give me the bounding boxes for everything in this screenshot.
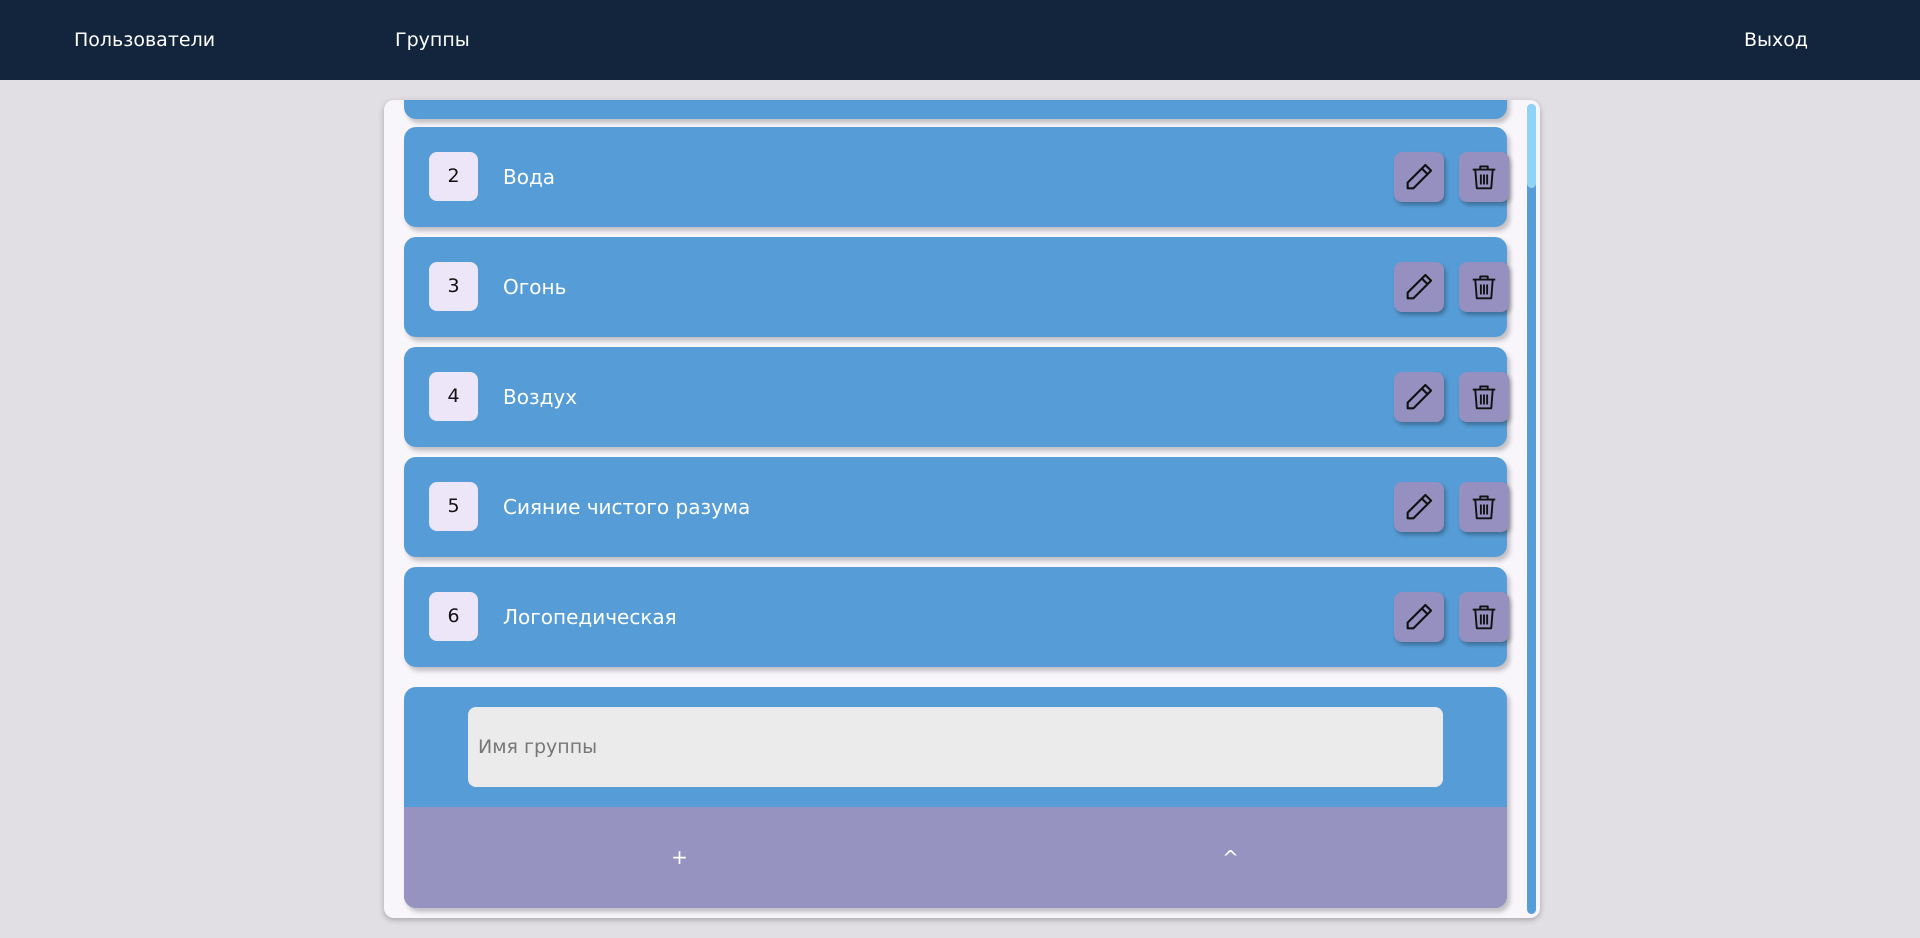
edit-group-button[interactable]: [1394, 482, 1444, 532]
pencil-icon: [1406, 163, 1433, 190]
group-id-badge: 4: [429, 372, 478, 421]
group-name: Воздух: [503, 385, 578, 409]
nav-groups-link[interactable]: Группы: [395, 28, 470, 52]
delete-group-button[interactable]: [1459, 592, 1509, 642]
panel-scrollbar[interactable]: [1527, 104, 1536, 914]
trash-icon: [1472, 275, 1496, 300]
group-name: Огонь: [503, 275, 567, 299]
pencil-icon: [1406, 603, 1433, 630]
group-row: 5 Сияние чистого разума: [404, 457, 1509, 557]
form-action-bar: + ^: [404, 807, 1507, 908]
groups-panel: 2 Вода 3 Огонь 4 Воздух 5 Сияние чистого…: [384, 100, 1540, 918]
group-id-badge: 2: [429, 152, 478, 201]
group-id-badge: 6: [429, 592, 478, 641]
pencil-icon: [1406, 383, 1433, 410]
group-row: 3 Огонь: [404, 237, 1509, 337]
group-id-badge: 5: [429, 482, 478, 531]
add-group-form: + ^: [404, 687, 1507, 908]
group-row: 6 Логопедическая: [404, 567, 1509, 667]
add-group-button[interactable]: +: [404, 807, 955, 908]
trash-icon: [1472, 605, 1496, 630]
group-row: 2 Вода: [404, 127, 1509, 227]
delete-group-button[interactable]: [1459, 372, 1509, 422]
delete-group-button[interactable]: [1459, 262, 1509, 312]
scrollbar-thumb[interactable]: [1527, 104, 1536, 188]
edit-group-button[interactable]: [1394, 262, 1444, 312]
edit-group-button[interactable]: [1394, 152, 1444, 202]
group-row: 4 Воздух: [404, 347, 1509, 447]
top-navbar: Пользователи Группы Выход: [0, 0, 1920, 80]
group-id-badge: 3: [429, 262, 478, 311]
trash-icon: [1472, 495, 1496, 520]
pencil-icon: [1406, 493, 1433, 520]
scroll-up-button[interactable]: ^: [955, 807, 1506, 908]
pencil-icon: [1406, 273, 1433, 300]
edit-group-button[interactable]: [1394, 592, 1444, 642]
group-name: Сияние чистого разума: [503, 495, 751, 519]
group-name-input[interactable]: [468, 707, 1443, 787]
trash-icon: [1472, 385, 1496, 410]
group-name: Вода: [503, 165, 556, 189]
nav-users-link[interactable]: Пользователи: [74, 28, 215, 52]
delete-group-button[interactable]: [1459, 152, 1509, 202]
trash-icon: [1472, 165, 1496, 190]
edit-group-button[interactable]: [1394, 372, 1444, 422]
group-row: [404, 100, 1507, 119]
group-name: Логопедическая: [503, 605, 677, 629]
delete-group-button[interactable]: [1459, 482, 1509, 532]
nav-logout-link[interactable]: Выход: [1744, 28, 1808, 52]
